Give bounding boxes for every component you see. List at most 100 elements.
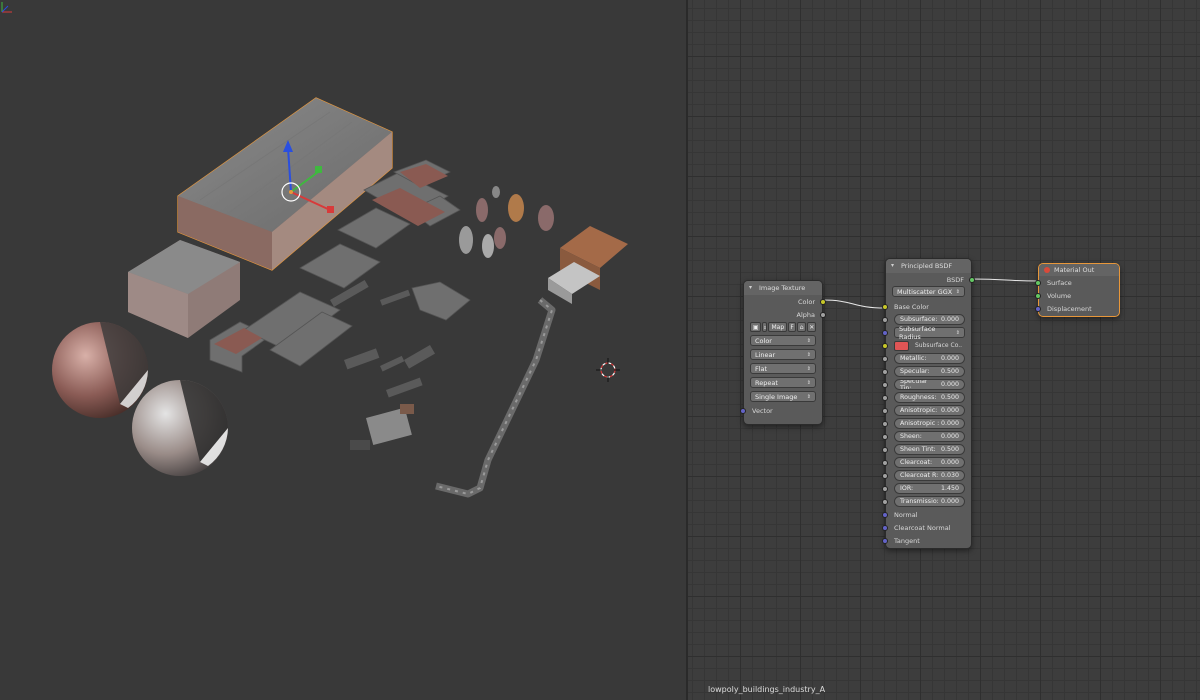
input-socket-anisotropic-rotation[interactable] — [882, 420, 888, 427]
slider-value: 0.000 — [940, 355, 959, 362]
slider-value: 0.500 — [940, 394, 959, 401]
slider-value: 0.000 — [940, 459, 959, 466]
anisotropic-slider[interactable]: Anisotropic: 0.000 — [894, 405, 965, 416]
slider-value: 0.000 — [940, 420, 959, 427]
3d-viewport[interactable] — [0, 0, 686, 700]
dropdown-arrows-icon: ⇕ — [806, 365, 811, 372]
color-space-dropdown[interactable]: Color ⇕ — [750, 335, 816, 346]
node-editor[interactable]: ▾ Image Texture Color Alpha ▣ ⇕ Map F ⌂ … — [688, 0, 1200, 700]
node-header[interactable]: ▾ Image Texture — [744, 281, 822, 295]
input-socket-subsurface-radius[interactable] — [882, 329, 888, 336]
image-texture-node[interactable]: ▾ Image Texture Color Alpha ▣ ⇕ Map F ⌂ … — [740, 280, 826, 425]
input-label-vector: Vector — [752, 406, 773, 415]
clearcoat-roughness-slider[interactable]: Clearcoat R: 0.030 — [894, 470, 965, 481]
input-socket-vector[interactable] — [740, 407, 746, 414]
ior-slider[interactable]: IOR: 1.450 — [894, 483, 965, 494]
input-label-subsurface-color: Subsurface Co.. — [915, 342, 963, 349]
input-label-surface: Surface — [1047, 278, 1072, 287]
input-socket-specular[interactable] — [882, 368, 888, 375]
principled-bsdf-node[interactable]: ▾ Principled BSDF BSDF Multiscatter GGX … — [882, 258, 975, 549]
material-output-node[interactable]: Material Out Surface Volume Displacement — [1035, 263, 1120, 317]
input-label-tangent: Tangent — [894, 536, 920, 545]
input-label-clearcoat-normal: Clearcoat Normal — [894, 523, 951, 532]
output-socket-alpha[interactable] — [820, 311, 826, 318]
slider-label: Sheen Tint: — [900, 446, 936, 453]
slider-value: 1.450 — [940, 485, 959, 492]
dropdown-value: Repeat — [755, 378, 778, 387]
input-socket-ior[interactable] — [882, 485, 888, 492]
input-socket-sheen-tint[interactable] — [882, 446, 888, 453]
dropdown-value: Color — [755, 336, 772, 345]
projection-dropdown[interactable]: Flat ⇕ — [750, 363, 816, 374]
slider-value: 0.500 — [940, 368, 959, 375]
fake-user-button[interactable]: F — [788, 322, 796, 332]
node-header[interactable]: ▾ Principled BSDF — [886, 259, 971, 273]
material-sphere-1 — [52, 322, 148, 418]
active-output-icon — [1044, 267, 1050, 273]
source-dropdown[interactable]: Single Image ⇕ — [750, 391, 816, 402]
axis-orientation-icon — [1, 2, 12, 13]
open-image-icon[interactable]: ⌂ — [796, 322, 807, 332]
dropdown-value: Flat — [755, 364, 768, 373]
node-title: Material Out — [1054, 266, 1095, 274]
output-socket-color[interactable] — [820, 298, 826, 305]
input-socket-displacement[interactable] — [1035, 305, 1041, 312]
roughness-slider[interactable]: Roughness: 0.500 — [894, 392, 965, 403]
output-label-alpha: Alpha — [796, 310, 815, 319]
dropdown-arrows-icon: ⇕ — [955, 329, 960, 336]
interpolation-dropdown[interactable]: Linear ⇕ — [750, 349, 816, 360]
input-socket-transmission[interactable] — [882, 498, 888, 505]
output-label-color: Color — [798, 297, 815, 306]
node-title: Principled BSDF — [901, 262, 953, 270]
anisotropic-rotation-slider[interactable]: Anisotropic : 0.000 — [894, 418, 965, 429]
slider-label: Sheen: — [900, 433, 922, 440]
sheen-tint-slider[interactable]: Sheen Tint: 0.500 — [894, 444, 965, 455]
input-socket-metallic[interactable] — [882, 355, 888, 362]
barrels — [459, 186, 554, 258]
input-socket-clearcoat-roughness[interactable] — [882, 472, 888, 479]
slider-label: Transmissio: — [900, 498, 939, 505]
slider-label: Anisotropic: — [900, 407, 938, 414]
subsurface-radius-field[interactable]: Subsurface Radius ⇕ — [894, 325, 965, 341]
specular-slider[interactable]: Specular: 0.500 — [894, 366, 965, 377]
input-socket-clearcoat[interactable] — [882, 459, 888, 466]
transmission-slider[interactable]: Transmissio: 0.000 — [894, 496, 965, 507]
input-socket-volume[interactable] — [1035, 292, 1041, 299]
input-socket-clearcoat-normal[interactable] — [882, 524, 888, 531]
input-socket-roughness[interactable] — [882, 394, 888, 401]
input-socket-subsurface[interactable] — [882, 316, 888, 323]
node-title: Image Texture — [759, 284, 806, 292]
unlink-close-icon[interactable]: ✕ — [807, 322, 816, 332]
slider-value: 0.000 — [940, 381, 959, 388]
collapse-arrow-icon[interactable]: ▾ — [749, 285, 755, 291]
image-name-field[interactable]: Map — [768, 322, 788, 332]
subsurface-slider[interactable]: Subsurface: 0.000 — [894, 314, 965, 325]
input-socket-anisotropic[interactable] — [882, 407, 888, 414]
extension-dropdown[interactable]: Repeat ⇕ — [750, 377, 816, 388]
subsurface-color-swatch[interactable] — [894, 340, 909, 351]
specular-tint-slider[interactable]: Specular Tin: 0.000 — [894, 379, 965, 390]
image-toolbar: ▣ ⇕ Map F ⌂ ✕ — [750, 321, 816, 333]
metallic-slider[interactable]: Metallic: 0.000 — [894, 353, 965, 364]
output-socket-bsdf[interactable] — [969, 276, 975, 283]
input-socket-tangent[interactable] — [882, 537, 888, 544]
distribution-dropdown[interactable]: Multiscatter GGX ⇕ — [892, 286, 965, 297]
collapse-arrow-icon[interactable]: ▾ — [891, 263, 897, 269]
input-socket-specular-tint[interactable] — [882, 381, 888, 388]
input-socket-normal[interactable] — [882, 511, 888, 518]
material-name-label: lowpoly_buildings_industry_A — [708, 685, 826, 694]
image-browse-icon[interactable]: ▣ — [750, 322, 762, 332]
output-label-bsdf: BSDF — [946, 275, 964, 284]
input-socket-subsurface-color[interactable] — [882, 342, 888, 349]
input-socket-sheen[interactable] — [882, 433, 888, 440]
slider-label: Specular: — [900, 368, 930, 375]
clearcoat-slider[interactable]: Clearcoat: 0.000 — [894, 457, 965, 468]
dropdown-value: Single Image — [755, 392, 798, 401]
node-header[interactable]: Material Out — [1039, 264, 1119, 276]
input-socket-surface[interactable] — [1035, 279, 1041, 286]
input-socket-base-color[interactable] — [882, 303, 888, 310]
sheen-slider[interactable]: Sheen: 0.000 — [894, 431, 965, 442]
browse-arrows-icon[interactable]: ⇕ — [762, 322, 768, 332]
slider-value: 0.000 — [940, 498, 959, 505]
slider-label: Subsurface: — [900, 316, 938, 323]
